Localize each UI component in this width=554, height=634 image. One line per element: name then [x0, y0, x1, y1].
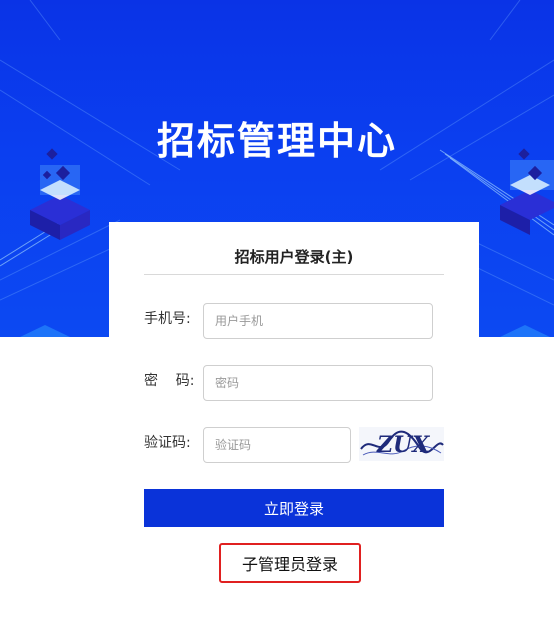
captcha-label: 验证码:: [144, 435, 191, 451]
login-button[interactable]: 立即登录: [144, 489, 444, 527]
password-input[interactable]: [203, 365, 433, 401]
sub-admin-login-button[interactable]: 子管理员登录: [219, 543, 361, 583]
captcha-input[interactable]: [203, 427, 351, 463]
password-label: 密 码:: [144, 373, 195, 389]
phone-input[interactable]: [203, 303, 433, 339]
login-title: 招标用户登录(主): [234, 248, 354, 266]
captcha-text: ZUX: [376, 432, 430, 458]
captcha-image[interactable]: ZUX: [359, 427, 444, 461]
page-title: 招标管理中心: [156, 119, 397, 163]
phone-label: 手机号:: [144, 311, 191, 327]
login-card: 招标用户登录(主) 手机号: 密 码: 验证码: ZUX 立即登录 子管理员登录: [109, 222, 479, 634]
title-divider: [144, 274, 444, 275]
